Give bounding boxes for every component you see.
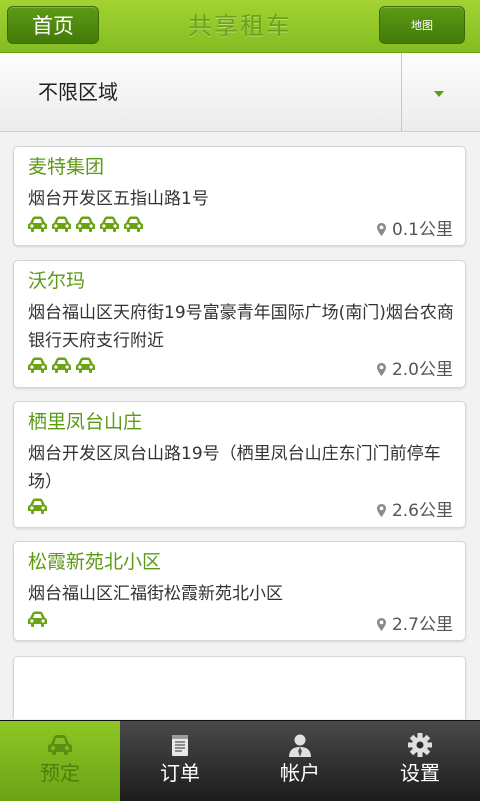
distance-text: 0.1公里 — [391, 220, 453, 240]
station-name: 松霞新苑北小区 — [28, 551, 162, 573]
bottom-tab-bar: 预定 订单 帐户 设置 — [0, 720, 480, 801]
user-icon — [289, 734, 311, 757]
station-name: 沃尔玛 — [28, 270, 86, 292]
station-name: 麦特集团 — [28, 156, 105, 178]
region-filter-value: 不限区域 — [38, 80, 118, 104]
app-title: 共享租车 — [188, 12, 292, 40]
tab-label: 设置 — [400, 761, 440, 785]
station-name: 栖里凤台山庄 — [28, 411, 143, 433]
station-card[interactable]: 栖里凤台山庄 烟台开发区凤台山路19号（栖里凤台山庄东门门前停车场） 2.6公里 — [13, 401, 466, 528]
gear-icon — [408, 733, 432, 757]
station-address: 烟台开发区凤台山路19号（栖里凤台山庄东门门前停车场） — [28, 444, 441, 492]
car-count — [27, 497, 48, 515]
location-pin-icon — [376, 363, 386, 376]
distance-text: 2.6公里 — [391, 501, 453, 521]
station-card[interactable]: 麦特集团 烟台开发区五指山路1号 0.1公里 — [13, 146, 466, 246]
car-icon — [28, 611, 47, 627]
distance-text: 2.7公里 — [391, 615, 453, 635]
car-icon — [76, 357, 95, 373]
car-count — [27, 610, 48, 628]
app-header: 首页 共享租车 地图 — [0, 0, 480, 53]
tab-account[interactable]: 帐户 — [240, 721, 360, 801]
notepad-icon — [172, 735, 188, 756]
location-pin-icon — [376, 223, 386, 236]
distance-text: 2.0公里 — [391, 360, 453, 380]
car-icon — [76, 216, 95, 232]
car-icon — [52, 357, 71, 373]
region-filter[interactable]: 不限区域 — [0, 53, 480, 132]
car-icon — [52, 216, 71, 232]
car-icon — [28, 357, 47, 373]
tab-reserve[interactable]: 预定 — [0, 721, 120, 801]
tab-label: 帐户 — [280, 761, 320, 785]
station-address: 烟台开发区五指山路1号 — [28, 189, 209, 209]
map-button[interactable]: 地图 — [379, 6, 465, 44]
station-distance: 0.1公里 — [376, 219, 453, 241]
station-card[interactable]: 松霞新苑北小区 烟台福山区汇福街松霞新苑北小区 2.7公里 — [13, 541, 466, 641]
car-icon — [28, 216, 47, 232]
home-button[interactable]: 首页 — [7, 6, 99, 44]
station-distance: 2.7公里 — [376, 614, 453, 636]
car-icon — [28, 498, 47, 514]
station-distance: 2.6公里 — [376, 500, 453, 522]
station-address: 烟台福山区天府街19号富豪青年国际广场(南门)烟台农商银行天府支行附近 — [28, 303, 454, 351]
tab-settings[interactable]: 设置 — [360, 721, 480, 801]
tab-orders[interactable]: 订单 — [120, 721, 240, 801]
station-card[interactable]: 沃尔玛 烟台福山区天府街19号富豪青年国际广场(南门)烟台农商银行天府支行附近 … — [13, 260, 466, 388]
location-pin-icon — [376, 618, 386, 631]
car-count — [27, 356, 96, 374]
tab-label: 预定 — [40, 761, 80, 785]
car-icon — [48, 735, 72, 755]
location-pin-icon — [376, 504, 386, 517]
tab-label: 订单 — [160, 761, 200, 785]
car-icon — [124, 216, 143, 232]
station-card[interactable] — [13, 656, 466, 719]
car-count — [27, 215, 144, 233]
station-distance: 2.0公里 — [376, 359, 453, 381]
dropdown-arrow-icon[interactable] — [402, 53, 480, 131]
station-address: 烟台福山区汇福街松霞新苑北小区 — [28, 584, 283, 604]
station-list[interactable]: 麦特集团 烟台开发区五指山路1号 0.1公里 沃尔玛 烟台福山区天府街19号富豪… — [0, 131, 480, 719]
car-icon — [100, 216, 119, 232]
